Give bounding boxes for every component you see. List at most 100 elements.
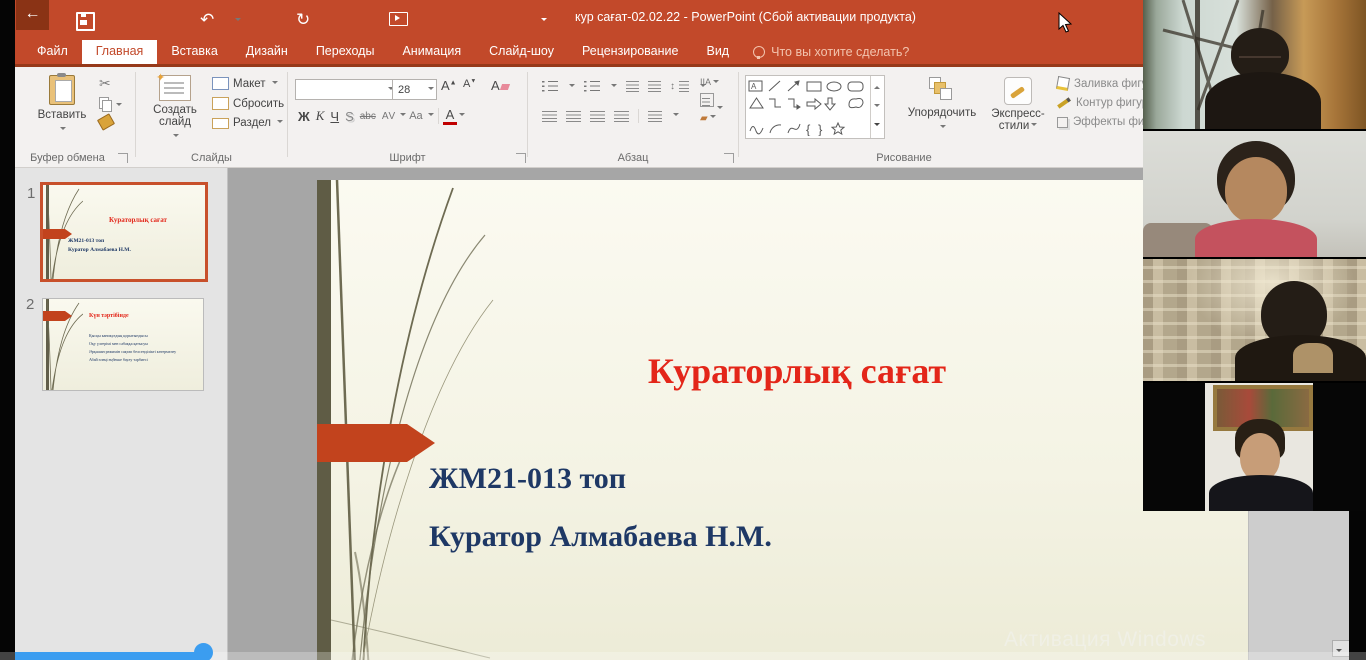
group-slides: ✦ Создать слайд Макет Сбросить Раздел Сл…: [136, 67, 287, 167]
justify-icon[interactable]: [614, 111, 629, 122]
underline-button[interactable]: Ч: [327, 108, 342, 125]
font-color-button[interactable]: А: [443, 108, 458, 125]
shape-right-brace-icon: }: [818, 122, 823, 136]
new-slide-button[interactable]: ✦ Создать слайд: [144, 75, 206, 146]
tell-me-box[interactable]: Что вы хотите сделать?: [743, 40, 919, 64]
group-clipboard: Вставить ✂ Буфер обмена: [15, 67, 135, 167]
font-name-combo[interactable]: [295, 79, 397, 100]
shrink-font-button[interactable]: А▼: [460, 77, 479, 91]
format-painter-icon[interactable]: [97, 113, 115, 130]
align-text-button[interactable]: [700, 93, 714, 107]
tab-animations[interactable]: Анимация: [388, 40, 475, 64]
align-center-icon[interactable]: [566, 111, 581, 122]
grow-font-button[interactable]: А▲: [438, 77, 460, 94]
shapes-gallery[interactable]: A {: [745, 75, 885, 139]
tab-home[interactable]: Главная: [82, 40, 158, 64]
undo-dropdown-icon[interactable]: [235, 18, 241, 24]
tab-view[interactable]: Вид: [692, 40, 743, 64]
shape-scribble-icon: [750, 127, 763, 134]
tab-transitions[interactable]: Переходы: [302, 40, 389, 64]
person-2-shirt: [1195, 219, 1317, 257]
group-label-paragraph: Абзац: [528, 152, 738, 164]
text-direction-button[interactable]: ІІА: [700, 77, 719, 87]
shape-elbow-icon: [769, 99, 781, 107]
numbering-icon[interactable]: [584, 81, 600, 92]
shapes-gallery-icon: A {: [748, 78, 868, 136]
thumb2-bullet: Абай өлеңі еңбекке баулу тәрбиесі: [89, 356, 194, 364]
tab-review[interactable]: Рецензирование: [568, 40, 693, 64]
slide-canvas[interactable]: Кураторлық сағат ЖМ21-013 топ Куратор Ал…: [317, 180, 1248, 660]
customize-qat-icon[interactable]: [541, 18, 547, 24]
tab-slideshow[interactable]: Слайд-шоу: [475, 40, 568, 64]
webcam-feed-1[interactable]: [1143, 0, 1366, 129]
quick-styles-icon: [1004, 77, 1032, 105]
layout-button[interactable]: Макет: [212, 77, 284, 90]
tab-insert[interactable]: Вставка: [157, 40, 231, 64]
shape-triangle-icon: [750, 98, 763, 108]
video-progress: [15, 652, 200, 660]
shape-left-brace-icon: {: [806, 122, 811, 136]
copy-icon[interactable]: [99, 97, 113, 111]
webcam-feed-3[interactable]: [1143, 259, 1366, 381]
italic-button[interactable]: К: [313, 107, 328, 125]
arrange-icon: [929, 77, 955, 103]
windows-activation-watermark: Активация Windows: [1004, 628, 1206, 652]
slide-arrow-shape[interactable]: [317, 424, 407, 462]
section-icon: [212, 118, 229, 129]
save-icon[interactable]: [76, 12, 95, 31]
webcam-column: [1143, 0, 1366, 511]
group-label-clipboard: Буфер обмена: [15, 152, 120, 164]
font-dialog-launcher[interactable]: [516, 153, 526, 163]
thumb2-bullet: Оқу үлгерімі мен сабаққа қатысуы: [89, 340, 194, 348]
reset-button[interactable]: Сбросить: [212, 97, 284, 110]
clear-formatting-button[interactable]: А: [488, 77, 512, 94]
slide-body-line1[interactable]: ЖМ21-013 топ: [429, 462, 626, 496]
font-size-value: 28: [398, 84, 410, 96]
font-size-combo[interactable]: 28: [392, 79, 437, 100]
layout-icon: [212, 77, 229, 90]
clipboard-dialog-launcher[interactable]: [118, 153, 128, 163]
slide-title-text[interactable]: Кураторлық сағат: [562, 350, 1032, 392]
quick-styles-button[interactable]: Экспресс- стили: [982, 77, 1054, 132]
mouse-cursor: [1058, 12, 1074, 34]
webcam-feed-2[interactable]: [1143, 131, 1366, 257]
window-frame-bar: [1195, 0, 1200, 129]
decrease-indent-icon[interactable]: [626, 81, 639, 92]
line-spacing-icon[interactable]: ↕: [670, 81, 675, 92]
shape-line-icon: [769, 81, 780, 91]
tab-file[interactable]: Файл: [23, 40, 82, 64]
increase-indent-icon[interactable]: [648, 81, 661, 92]
arrange-button[interactable]: Упорядочить: [907, 77, 977, 137]
align-right-icon[interactable]: [590, 111, 605, 122]
bold-button[interactable]: Ж: [295, 108, 313, 125]
section-button[interactable]: Раздел: [212, 117, 284, 129]
convert-smartart-button[interactable]: ▰: [700, 113, 719, 124]
back-button[interactable]: ←: [16, 0, 49, 30]
tab-design[interactable]: Дизайн: [232, 40, 302, 64]
align-left-icon[interactable]: [542, 111, 557, 122]
person-2-face: [1225, 157, 1287, 223]
char-spacing-button[interactable]: АV: [379, 110, 398, 123]
bullets-icon[interactable]: [542, 81, 558, 92]
text-shadow-button[interactable]: S: [342, 108, 357, 125]
strikethrough-button[interactable]: abc: [357, 110, 379, 123]
paste-button[interactable]: Вставить: [33, 75, 91, 139]
change-case-button[interactable]: Aa: [406, 109, 425, 123]
group-label-font: Шрифт: [288, 152, 527, 164]
undo-icon[interactable]: ↶: [200, 9, 214, 31]
start-slideshow-icon[interactable]: [389, 12, 408, 26]
webcam-feed-4[interactable]: [1143, 383, 1366, 511]
shapes-scrollbar[interactable]: [870, 76, 884, 138]
shape-rounded-rect-icon: [848, 82, 863, 91]
slide-2-thumbnail[interactable]: Күн тәртібінде Қысқы каникулдың қорытынд…: [42, 298, 204, 391]
person-3-hand: [1293, 343, 1333, 373]
redo-icon[interactable]: ↻: [296, 9, 310, 31]
slide-1-thumbnail[interactable]: Кураторлық сағат ЖМ21-013 топ Куратор Ал…: [40, 182, 208, 282]
video-seek-handle[interactable]: [194, 643, 213, 660]
shape-outline-icon: [1057, 97, 1071, 108]
columns-icon[interactable]: [648, 111, 662, 122]
group-font: 28 А▲ А▼ А Ж К Ч S abc АV Aa А Шрифт: [288, 67, 527, 167]
paragraph-dialog-launcher[interactable]: [724, 153, 734, 163]
slide-body-line2[interactable]: Куратор Алмабаева Н.М.: [429, 520, 772, 554]
cut-icon[interactable]: ✂: [99, 75, 113, 92]
